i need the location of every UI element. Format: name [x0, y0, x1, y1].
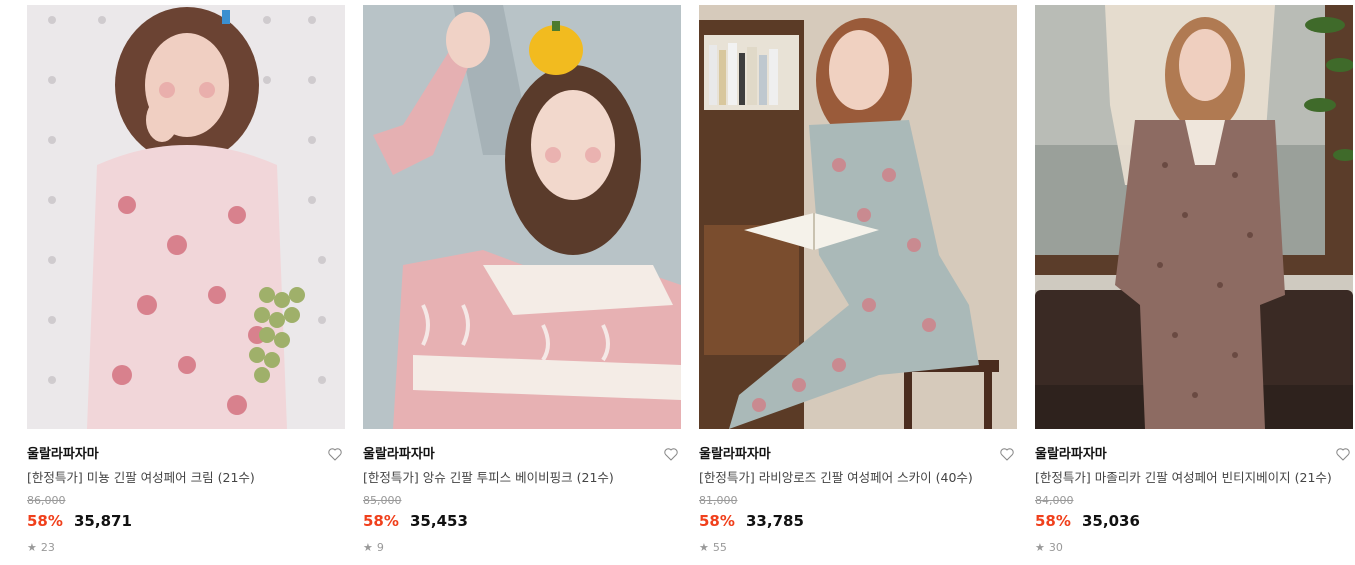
wishlist-heart-icon[interactable] — [999, 446, 1015, 462]
product-image[interactable] — [699, 5, 1017, 429]
sale-price: 33,785 — [746, 512, 804, 530]
original-price: 84,000 — [1035, 494, 1074, 507]
brand-name[interactable]: 울랄라파자마 — [363, 445, 681, 465]
product-card[interactable]: 울랄라파자마 [한정특가] 앙슈 긴팔 투피스 베이비핑크 (21수) 85,0… — [363, 5, 681, 565]
review-count-row: ★ 30 — [1035, 541, 1353, 555]
discount-rate: 58% — [699, 512, 735, 530]
sale-price: 35,453 — [410, 512, 468, 530]
brand-name[interactable]: 울랄라파자마 — [699, 445, 1017, 465]
wishlist-heart-icon[interactable] — [1335, 446, 1351, 462]
product-card[interactable]: 울랄라파자마 [한정특가] 마졸리카 긴팔 여성페어 빈티지베이지 (21수) … — [1035, 5, 1353, 565]
wishlist-heart-icon[interactable] — [663, 446, 679, 462]
product-title[interactable]: [한정특가] 라비앙로즈 긴팔 여성페어 스카이 (40수) — [699, 469, 1017, 487]
product-image[interactable] — [1035, 5, 1353, 429]
product-photo — [1035, 5, 1353, 429]
price-row: 58% 35,871 — [27, 511, 345, 531]
sale-price: 35,036 — [1082, 512, 1140, 530]
original-price: 81,000 — [699, 494, 738, 507]
wishlist-heart-icon[interactable] — [327, 446, 343, 462]
price-row: 58% 35,453 — [363, 511, 681, 531]
product-title[interactable]: [한정특가] 앙슈 긴팔 투피스 베이비핑크 (21수) — [363, 469, 681, 487]
review-count-row: ★ 23 — [27, 541, 345, 555]
product-card[interactable]: 울랄라파자마 [한정특가] 미뇽 긴팔 여성페어 크림 (21수) 86,000… — [27, 5, 345, 565]
price-row: 58% 33,785 — [699, 511, 1017, 531]
brand-name[interactable]: 울랄라파자마 — [27, 445, 345, 465]
review-count-row: ★ 55 — [699, 541, 1017, 555]
product-image[interactable] — [27, 5, 345, 429]
discount-rate: 58% — [363, 512, 399, 530]
sale-price: 35,871 — [74, 512, 132, 530]
discount-rate: 58% — [27, 512, 63, 530]
discount-rate: 58% — [1035, 512, 1071, 530]
product-title[interactable]: [한정특가] 미뇽 긴팔 여성페어 크림 (21수) — [27, 469, 345, 487]
product-title[interactable]: [한정특가] 마졸리카 긴팔 여성페어 빈티지베이지 (21수) — [1035, 469, 1353, 487]
original-price: 86,000 — [27, 494, 66, 507]
original-price: 85,000 — [363, 494, 402, 507]
product-photo — [27, 5, 345, 429]
product-image[interactable] — [363, 5, 681, 429]
product-card[interactable]: 울랄라파자마 [한정특가] 라비앙로즈 긴팔 여성페어 스카이 (40수) 81… — [699, 5, 1017, 565]
brand-name[interactable]: 울랄라파자마 — [1035, 445, 1353, 465]
product-grid: 울랄라파자마 [한정특가] 미뇽 긴팔 여성페어 크림 (21수) 86,000… — [0, 0, 1355, 554]
review-count-row: ★ 9 — [363, 541, 681, 555]
product-photo — [363, 5, 681, 429]
price-row: 58% 35,036 — [1035, 511, 1353, 531]
product-photo — [699, 5, 1017, 429]
